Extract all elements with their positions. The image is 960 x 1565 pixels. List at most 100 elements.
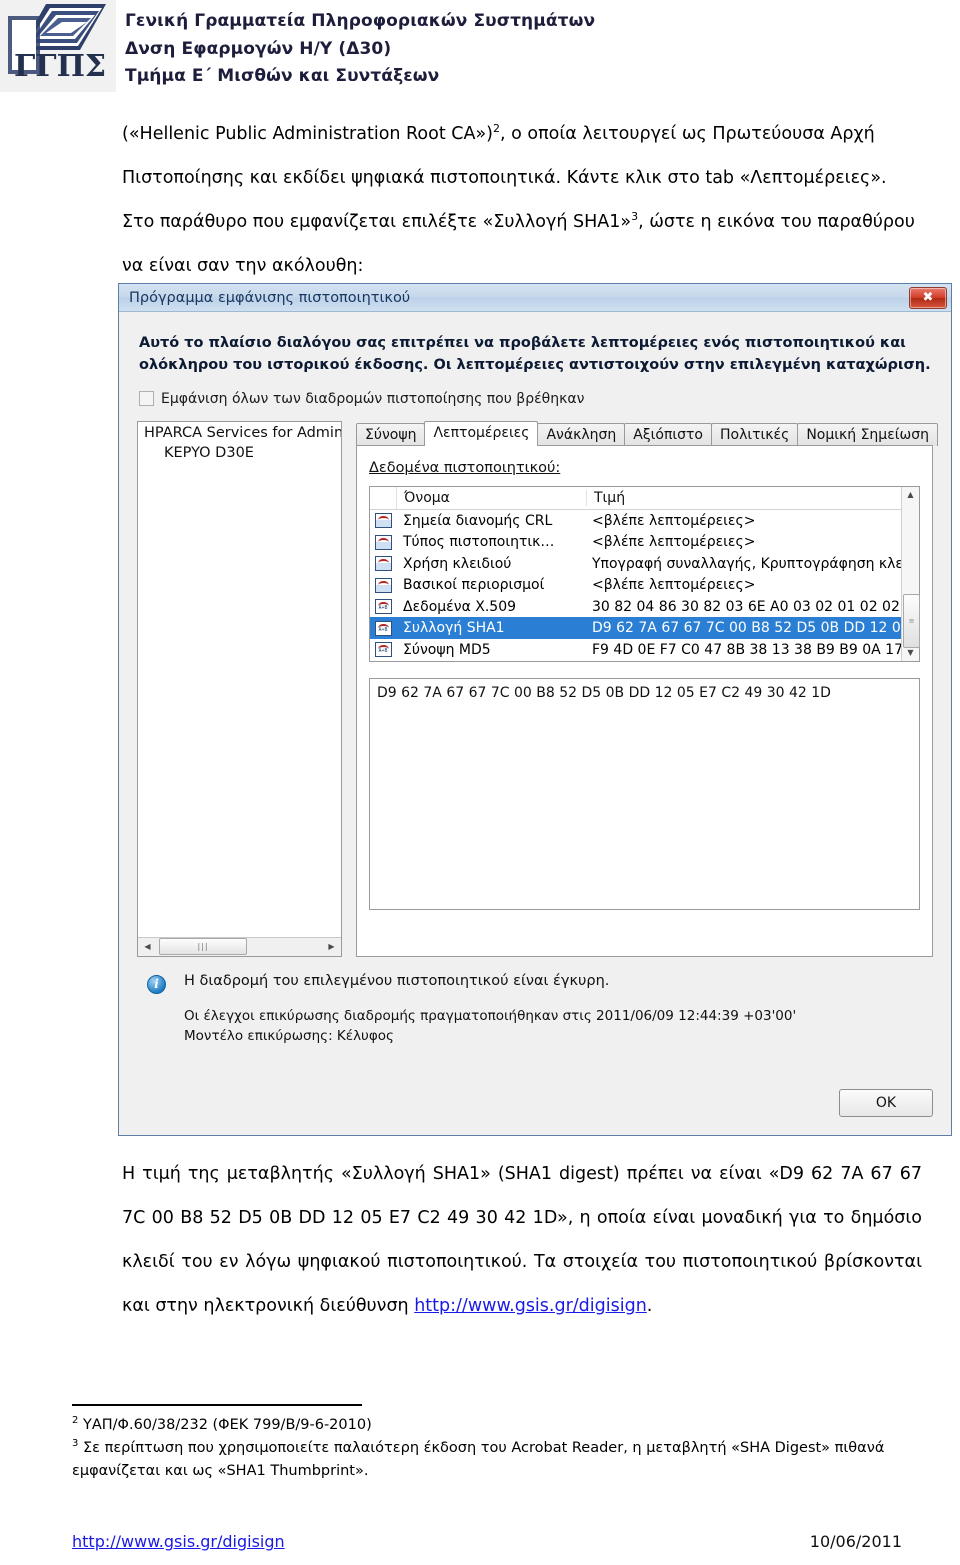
cert-field-icon [370,534,396,550]
explanation-text: Η τιμή της μεταβλητής «Συλλογή SHA1» (SH… [122,1164,922,1316]
header-line-3: Τμήμα Ε΄ Μισθών και Συντάξεων [125,66,440,87]
cert-field-icon [370,556,396,572]
tab-synopsis[interactable]: Σύνοψη [356,422,426,446]
tab-legal-notice[interactable]: Νομική Σημείωση [797,422,938,446]
show-all-paths-checkbox-row[interactable]: Εμφάνιση όλων των διαδρομών πιστοποίησης… [139,391,933,407]
footnote-2-marker: 2 [72,1415,79,1427]
certificate-tab-pane: Σύνοψη Λεπτομέρειες Ανάκληση Αξιόπιστο Π… [356,420,938,957]
footer-url-link[interactable]: http://www.gsis.gr/digisign [72,1532,285,1551]
footnote-3-marker: 3 [72,1438,79,1450]
field-value-textbox[interactable]: D9 62 7A 67 67 7C 00 B8 52 D5 0B DD 12 0… [369,677,920,910]
validation-status: i Η διαδρομή του επιλεγμένου πιστοποιητι… [147,973,933,1046]
explanation-text-end: . [646,1296,653,1316]
row-value: F9 4D 0E F7 C0 47 8B 38 13 38 B9 B9 0A 1… [592,641,901,658]
row-value: <βλέπε λεπτομέρειες> [592,534,756,551]
explanation-paragraph: Η τιμή της μεταβλητής «Συλλογή SHA1» (SH… [122,1152,922,1328]
status-validation-model: Μοντέλο επικύρωσης: Κέλυφος [184,1027,394,1044]
svg-text:ΓΓΠΣ: ΓΓΠΣ [14,49,106,84]
dialog-title: Πρόγραμμα εμφάνισης πιστοποιητικού [129,289,411,306]
certificate-fields-grid[interactable]: Όνομα Τιμή Σημεία διανομής CRL <βλέπε λε… [369,485,920,662]
grid-header-value: Τιμή [586,489,901,506]
tab-policies[interactable]: Πολιτικές [711,422,799,446]
cert-field-icon [370,513,396,529]
tab-revocation[interactable]: Ανάκληση [537,422,626,446]
close-icon[interactable]: ✖ [909,286,947,309]
tree-item-root[interactable]: HPARCA Services for Adminis [138,423,341,443]
scroll-left-icon[interactable]: ◀ [140,939,155,954]
tab-trust[interactable]: Αξιόπιστο [624,422,712,446]
dialog-titlebar: Πρόγραμμα εμφάνισης πιστοποιητικού ✖ [119,284,951,312]
table-row[interactable]: Βασικοί περιορισμοί <βλέπε λεπτομέρειες> [370,574,901,596]
row-name: Δεδομένα X.509 [403,598,517,615]
footnote-2-text: ΥΑΠ/Φ.60/38/232 (ΦΕΚ 799/Β/9-6-2010) [82,1417,372,1433]
grid-vertical-scrollbar[interactable]: ▲ ≡ ▼ [901,486,920,661]
tree-item-child[interactable]: KEPYO D30E [138,443,341,463]
footnote-ref-2: 2 [493,122,500,136]
header-line-2: Δνση Εφαρμογών Η/Υ (Δ30) [125,38,392,59]
row-name: Τύπος πιστοποιητικ… [403,534,555,551]
checkbox-icon[interactable] [139,391,154,407]
scroll-thumb-vertical[interactable]: ≡ [903,593,920,648]
row-value: D9 62 7A 67 67 7C 00 B8 52 D5 0B DD 12 0… [592,620,901,637]
cert-hex-icon: A+B [370,642,396,658]
digisign-link[interactable]: http://www.gsis.gr/digisign [414,1296,647,1316]
cert-hex-icon: A+B [370,599,396,615]
intro-paragraph: («Hellenic Public Administration Root CA… [122,112,922,288]
table-row[interactable]: A+B Δεδομένα X.509 30 82 04 86 30 82 03 … [370,596,901,618]
cert-hex-icon: A+B [370,620,396,636]
tab-details[interactable]: Λεπτομέρειες [424,420,539,446]
row-value: <βλέπε λεπτομέρειες> [592,577,756,594]
status-detail-lines: Οι έλεγχοι επικύρωσης διαδρομής πραγματο… [184,1007,796,1046]
row-value: <βλέπε λεπτομέρειες> [592,512,756,529]
dialog-intro-text: Αυτό το πλαίσιο διαλόγου σας επιτρέπει ν… [139,335,931,374]
show-all-paths-label: Εμφάνιση όλων των διαδρομών πιστοποίησης… [161,390,585,407]
status-valid-line: Η διαδρομή του επιλεγμένου πιστοποιητικο… [184,972,610,989]
certificate-path-tree[interactable]: HPARCA Services for Adminis KEPYO D30E ◀… [137,420,342,957]
row-name: Χρήση κλειδιού [403,555,512,572]
tab-content-details: Δεδομένα πιστοποιητικού: Όνομα Τιμή Σημε… [356,444,933,957]
footer-date: 10/06/2011 [809,1532,902,1551]
row-value: Υπογραφή συναλλαγής, Κρυπτογράφηση κλε… [592,555,901,572]
scroll-track-vertical[interactable]: ≡ [903,503,920,648]
row-name: Βασικοί περιορισμοί [403,577,545,594]
scroll-right-icon[interactable]: ▶ [324,939,339,954]
footnote-3-text: Σε περίπτωση που χρησιμοποιείτε παλαιότε… [72,1440,885,1480]
certificate-data-label: Δεδομένα πιστοποιητικού: [369,459,561,476]
intro-text-part1: («Hellenic Public Administration Root CA… [122,124,493,144]
table-row[interactable]: Τύπος πιστοποιητικ… <βλέπε λεπτομέρειες> [370,531,901,553]
grid-header-name: Όνομα [404,489,450,506]
document-header: ΓΓΠΣ Γενική Γραμματεία Πληροφοριακών Συσ… [0,0,960,96]
page-footer: http://www.gsis.gr/digisign 10/06/2011 [72,1532,902,1551]
grid-header-row: Όνομα Τιμή [370,486,901,510]
table-row[interactable]: Σημεία διανομής CRL <βλέπε λεπτομέρειες> [370,510,901,532]
row-value: 30 82 04 86 30 82 03 6E A0 03 02 01 02 0… [592,598,901,615]
footnote-3: 3 Σε περίπτωση που χρησιμοποιείτε παλαιό… [72,1437,902,1483]
table-row[interactable]: A+B Σύνοψη MD5 F9 4D 0E F7 C0 47 8B 38 1… [370,639,901,661]
dialog-body: Αυτό το πλαίσιο διαλόγου σας επιτρέπει ν… [119,312,951,1135]
cert-field-icon [370,577,396,593]
info-icon: i [147,974,166,994]
header-org-lines: Γενική Γραμματεία Πληροφοριακών Συστημάτ… [125,8,595,91]
scroll-thumb-horizontal[interactable]: ||| [159,938,247,956]
gsis-logo: ΓΓΠΣ [0,0,116,92]
row-name: Συλλογή SHA1 [403,620,505,637]
footnotes: 2 ΥΑΠ/Φ.60/38/232 (ΦΕΚ 799/Β/9-6-2010) 3… [72,1414,902,1484]
header-line-1: Γενική Γραμματεία Πληροφοριακών Συστημάτ… [125,11,596,31]
row-name: Σύνοψη MD5 [403,641,491,658]
certificate-viewer-dialog: Πρόγραμμα εμφάνισης πιστοποιητικού ✖ Αυτ… [118,283,952,1136]
status-check-time: Οι έλεγχοι επικύρωσης διαδρομής πραγματο… [184,1007,797,1024]
grid-body: Όνομα Τιμή Σημεία διανομής CRL <βλέπε λε… [370,486,901,661]
footnote-separator [72,1404,362,1406]
tree-horizontal-scrollbar[interactable]: ◀ ||| ▶ [138,936,341,956]
scroll-up-icon[interactable]: ▲ [903,487,918,503]
table-row-selected[interactable]: A+B Συλλογή SHA1 D9 62 7A 67 67 7C 00 B8… [370,617,901,639]
tabstrip: Σύνοψη Λεπτομέρειες Ανάκληση Αξιόπιστο Π… [356,420,938,446]
ok-button[interactable]: OK [839,1089,933,1117]
validation-status-text: Η διαδρομή του επιλεγμένου πιστοποιητικο… [184,973,796,1046]
footnote-2: 2 ΥΑΠ/Φ.60/38/232 (ΦΕΚ 799/Β/9-6-2010) [72,1414,902,1437]
table-row[interactable]: Χρήση κλειδιού Υπογραφή συναλλαγής, Κρυπ… [370,553,901,575]
grid-header-icon-col [370,486,397,509]
row-name: Σημεία διανομής CRL [403,512,553,529]
dialog-panes: HPARCA Services for Adminis KEPYO D30E ◀… [137,420,938,957]
tree-rows: HPARCA Services for Adminis KEPYO D30E [138,422,341,937]
